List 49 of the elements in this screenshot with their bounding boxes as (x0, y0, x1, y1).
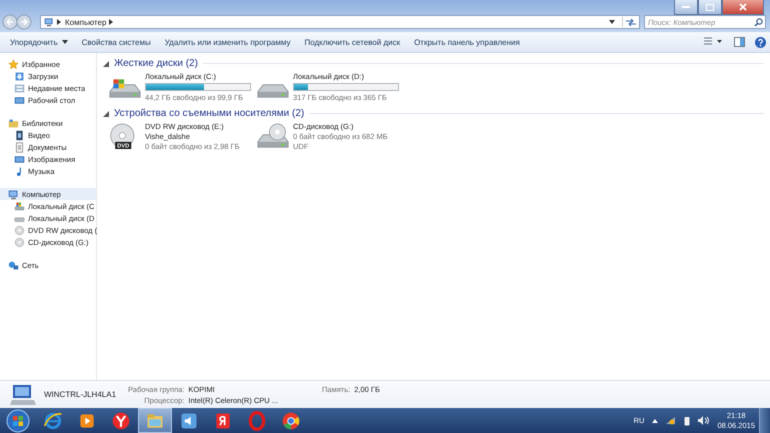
doc-icon (14, 142, 25, 152)
toolbar-button[interactable]: Свойства системы (76, 34, 157, 50)
minimize-icon (682, 6, 690, 8)
dvd-icon (14, 224, 25, 236)
network-icon (8, 260, 19, 270)
search-icon[interactable] (754, 18, 763, 26)
breadcrumb[interactable]: Компьютер (65, 18, 106, 26)
battery-icon[interactable] (684, 416, 690, 426)
speaker-icon (179, 410, 199, 430)
computer-name: WINCTRL-JLH4LA1 (44, 390, 116, 399)
section-header[interactable]: Жесткие диски (2) (114, 58, 198, 69)
collapse-icon[interactable] (103, 110, 109, 116)
chevron-icon[interactable] (109, 19, 114, 25)
desktop-icon (14, 94, 25, 106)
show-desktop-button[interactable] (759, 408, 770, 433)
recent-icon (14, 82, 25, 94)
dropdown-icon[interactable] (609, 20, 615, 24)
toolbar-button[interactable]: Упорядочить (4, 34, 74, 50)
maximize-icon (706, 4, 714, 10)
download-icon (14, 70, 25, 82)
help-icon[interactable] (755, 36, 766, 48)
network-icon[interactable] (666, 416, 676, 425)
collapse-icon[interactable] (103, 60, 109, 66)
refresh-icon[interactable] (622, 17, 639, 27)
minimize-button[interactable] (674, 0, 698, 15)
volume-icon[interactable] (698, 416, 710, 425)
close-icon (739, 3, 747, 11)
computer-icon (44, 17, 54, 27)
tray-arrow-icon[interactable] (652, 418, 658, 422)
toolbar-button[interactable]: Удалить или изменить программу (158, 34, 296, 50)
caret-icon (62, 40, 68, 44)
star-icon (8, 58, 19, 70)
close-button[interactable] (722, 0, 764, 15)
computer-icon (10, 384, 36, 406)
start-button[interactable] (4, 408, 32, 432)
address-bar[interactable]: Компьютер (40, 15, 640, 29)
cd-icon (14, 236, 25, 248)
section-header[interactable]: Устройства со съемными носителями (2) (114, 108, 304, 119)
maximize-button[interactable] (698, 0, 722, 15)
view-options-icon[interactable] (704, 37, 724, 47)
toolbar-button[interactable]: Открыть панель управления (408, 34, 526, 50)
image-icon (14, 154, 25, 164)
toolbar-button[interactable]: Подключить сетевой диск (298, 34, 406, 50)
library-icon (8, 118, 19, 128)
sysdisk-icon (14, 200, 25, 212)
preview-pane-icon[interactable] (734, 37, 745, 47)
video-icon (14, 130, 25, 140)
computer-icon (8, 188, 19, 200)
chevron-icon (57, 19, 61, 25)
